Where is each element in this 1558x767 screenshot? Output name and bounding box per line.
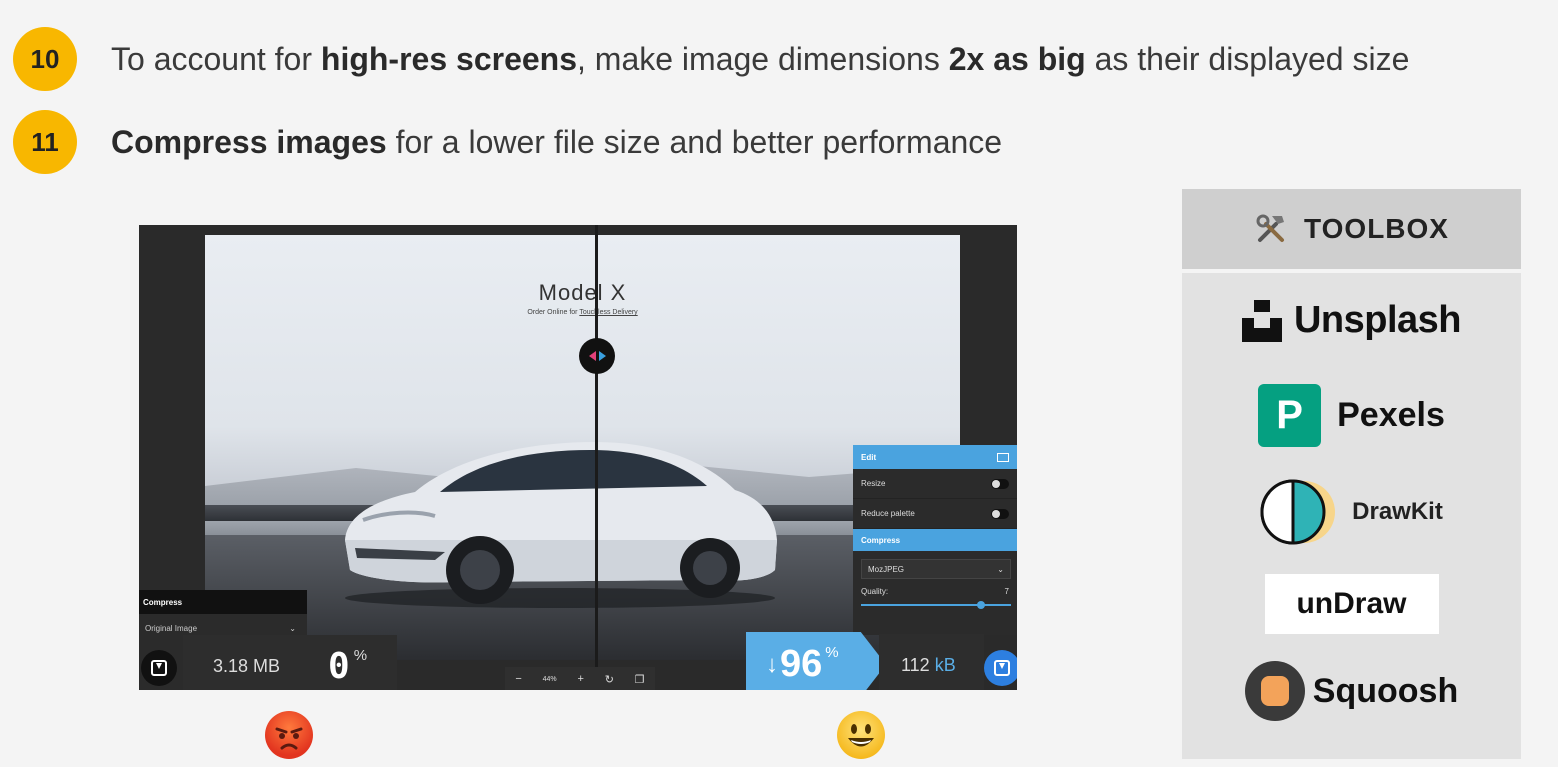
resize-row: Resize: [853, 469, 1017, 499]
reduce-palette-toggle[interactable]: [991, 508, 1009, 519]
percent-sign: %: [825, 644, 839, 661]
unsplash-name: Unsplash: [1293, 299, 1462, 341]
left-compress-header: Compress: [139, 590, 307, 614]
original-size: 3.18 MB: [213, 655, 281, 676]
chevron-down-icon: ⌄: [997, 564, 1004, 574]
hammer-wrench-icon: [1256, 214, 1285, 242]
photo-subtitle-link: Touchless Delivery: [579, 309, 638, 316]
toolbox-panel: TOOLBOX Unsplash P Pexels DrawKit unDraw…: [1182, 189, 1521, 759]
zoom-bar: − 44% + ↻ ❐: [505, 667, 655, 690]
download-icon: [994, 660, 1010, 676]
unsplash-link[interactable]: Unsplash: [1182, 299, 1521, 342]
toolbox-header: TOOLBOX: [1182, 189, 1521, 273]
photo-title: Model X: [538, 280, 627, 305]
drawkit-name: DrawKit: [1352, 498, 1443, 525]
undraw-logo-box: unDraw: [1264, 574, 1439, 634]
original-size-box: 3.18 MB 0 %: [183, 635, 397, 690]
reduce-palette-row: Reduce palette: [853, 499, 1017, 529]
resize-toggle[interactable]: [991, 478, 1009, 489]
compressed-size-box: 112 kB: [879, 634, 984, 690]
tip-text-bold: Compress images: [111, 123, 387, 160]
codec-select[interactable]: MozJPEG ⌄: [861, 559, 1011, 579]
quality-label: Quality:: [861, 587, 889, 596]
chevron-down-icon: ⌄: [289, 623, 296, 633]
drawkit-link[interactable]: DrawKit: [1182, 479, 1521, 545]
tip-number-badge: 11: [13, 110, 77, 174]
tip-text-bold: 2x as big: [948, 40, 1086, 77]
rotate-icon[interactable]: ↻: [605, 673, 614, 686]
tip-text: Compress images for a lower file size an…: [111, 124, 1002, 161]
download-original-button[interactable]: [141, 650, 177, 686]
pexels-name: Pexels: [1337, 396, 1445, 434]
tip-10: 10 To account for high-res screens, make…: [13, 27, 1409, 91]
reduce-palette-label: Reduce palette: [861, 509, 915, 518]
edit-panel: Edit Resize Reduce palette Compress MozJ…: [853, 445, 1017, 635]
compressed-size-unit: kB: [934, 654, 956, 675]
edit-panel-header: Edit: [853, 445, 1017, 469]
quality-value: 7: [1004, 587, 1009, 596]
tip-text-part: for a lower file size and better perform…: [386, 123, 1003, 160]
savings-percent: 96: [780, 643, 823, 685]
tip-text: To account for high-res screens, make im…: [111, 41, 1409, 78]
angry-face-icon: [265, 711, 313, 759]
terminal-icon[interactable]: [997, 452, 1009, 462]
tip-number-badge: 10: [13, 27, 77, 91]
resize-label: Resize: [861, 479, 886, 488]
unsplash-logo-icon: [1241, 299, 1282, 342]
zoom-value[interactable]: 44%: [543, 676, 557, 683]
undraw-name: unDraw: [1296, 587, 1407, 620]
pexels-logo-icon: P: [1258, 384, 1322, 447]
drawkit-logo-icon: [1260, 479, 1336, 545]
compress-header: Compress: [853, 529, 1017, 551]
squoosh-screenshot: Model X Order Online for Touchless Deliv…: [139, 225, 1017, 690]
undraw-link[interactable]: unDraw: [1182, 574, 1521, 634]
original-percent: 0: [328, 645, 350, 687]
tip-text-part: as their displayed size: [1085, 40, 1410, 77]
arrow-right-icon: [598, 351, 606, 361]
squoosh-name: Squoosh: [1312, 671, 1459, 710]
car-photo: Model X Order Online for Touchless Deliv…: [205, 235, 960, 660]
tip-text-part: To account for: [111, 40, 321, 77]
edit-panel-title: Edit: [861, 452, 877, 462]
toolbox-title: TOOLBOX: [1304, 213, 1449, 244]
copy-icon[interactable]: ❐: [635, 673, 645, 686]
quality-row: Quality: 7: [861, 587, 1009, 596]
left-codec-value: Original Image: [145, 623, 198, 633]
zoom-unit: %: [550, 675, 557, 683]
zoom-in-button[interactable]: +: [577, 673, 583, 685]
compressed-size-value: 112: [901, 654, 930, 675]
smiling-face-icon: [837, 711, 885, 759]
comparison-divider[interactable]: [595, 225, 598, 690]
photo-subtitle-prefix: Order Online for: [527, 309, 580, 316]
savings-badge: ↓ 96 %: [746, 632, 886, 690]
download-icon: [151, 660, 167, 676]
arrow-left-icon: [588, 351, 596, 361]
tip-text-part: , make image dimensions: [577, 40, 949, 77]
squoosh-link[interactable]: Squoosh: [1182, 661, 1521, 721]
down-arrow-icon: ↓: [766, 650, 778, 678]
percent-sign: %: [353, 647, 368, 664]
left-codec-select[interactable]: Original Image ⌄: [143, 620, 298, 636]
comparison-handle[interactable]: [579, 338, 615, 374]
download-compressed-button[interactable]: [984, 650, 1017, 686]
tip-text-bold: high-res screens: [320, 40, 577, 77]
tip-11: 11 Compress images for a lower file size…: [13, 110, 1002, 174]
squoosh-hand-icon: [1260, 676, 1289, 706]
zoom-out-button[interactable]: −: [515, 673, 521, 685]
car-illustration: [345, 442, 777, 608]
squoosh-logo-icon: [1244, 661, 1305, 721]
quality-slider[interactable]: [861, 601, 1011, 609]
codec-value: MozJPEG: [868, 564, 905, 574]
photo-subtitle: Order Online for Touchless Delivery: [205, 309, 960, 316]
pexels-link[interactable]: P Pexels: [1182, 384, 1521, 447]
